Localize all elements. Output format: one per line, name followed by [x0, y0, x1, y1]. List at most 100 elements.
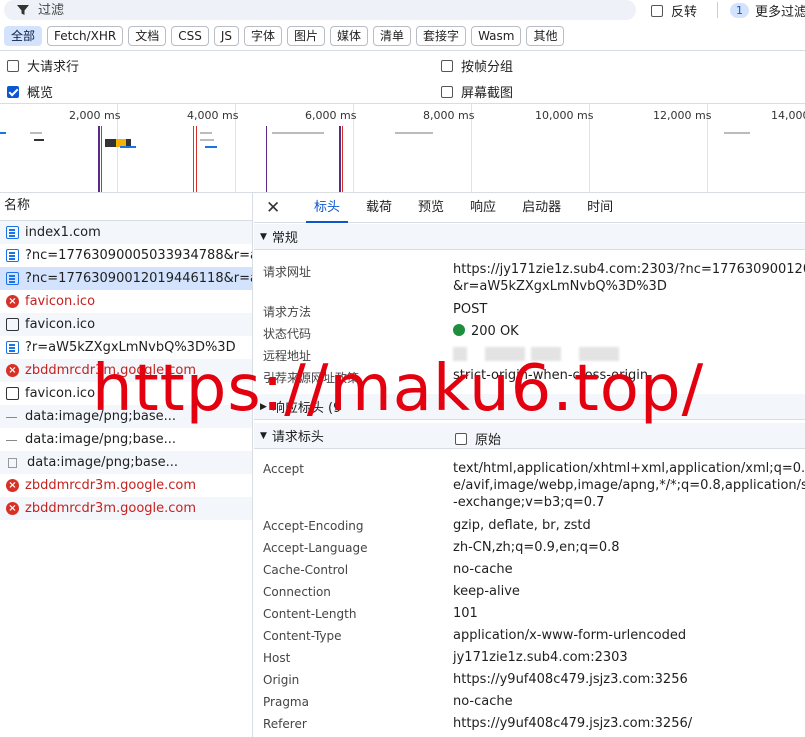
- chip-all[interactable]: 全部: [4, 26, 43, 46]
- large-rows-checkbox-box[interactable]: [7, 59, 19, 72]
- chip-wasm[interactable]: Wasm: [471, 26, 522, 46]
- name-column-header[interactable]: 名称: [0, 193, 252, 221]
- large-rows-checkbox[interactable]: 大请求行: [7, 56, 79, 75]
- request-row[interactable]: ?nc=17763090005033934788&r=a...: [0, 244, 252, 267]
- raw-label: 原始: [475, 433, 502, 448]
- request-row[interactable]: × favicon.ico: [0, 290, 252, 313]
- screenshots-checkbox[interactable]: 屏幕截图: [441, 82, 513, 101]
- expand-triangle-icon: ▶: [260, 401, 267, 412]
- request-row[interactable]: × zbddmrcdr3m.google.com: [0, 497, 252, 520]
- request-row[interactable]: data:image/png;base...: [0, 451, 252, 474]
- tick-label: 2,000 ms: [69, 109, 121, 122]
- tab-response[interactable]: 响应: [470, 193, 496, 223]
- load-marker: [101, 126, 102, 192]
- chip-other[interactable]: 其他: [526, 26, 565, 46]
- raw-checkbox-box[interactable]: [455, 432, 467, 445]
- request-headers-section-header[interactable]: ▼ 请求标头 原始: [254, 423, 805, 449]
- error-icon: ×: [6, 295, 19, 308]
- load-marker: [342, 126, 343, 192]
- tab-payload[interactable]: 载荷: [366, 193, 392, 223]
- group-by-frame-checkbox-box[interactable]: [441, 59, 453, 72]
- tab-headers[interactable]: 标头: [305, 193, 349, 223]
- request-row[interactable]: favicon.ico: [0, 382, 252, 405]
- header-value-accept-cont: e/avif,image/webp,image/apng,*/*;q=0.8,a…: [453, 478, 805, 493]
- screenshots-checkbox-box[interactable]: [441, 85, 453, 98]
- request-row-selected[interactable]: ?nc=17763090012019446118&r=a...: [0, 267, 252, 290]
- tab-initiator[interactable]: 启动器: [522, 193, 561, 223]
- request-row[interactable]: × zbddmrcdr3m.google.com: [0, 359, 252, 382]
- invert-label: 反转: [671, 5, 698, 20]
- request-name: ?nc=17763090012019446118&r=a...: [25, 271, 252, 286]
- chip-js[interactable]: JS: [213, 26, 239, 46]
- network-overview[interactable]: 2,000 ms 4,000 ms 6,000 ms 8,000 ms 10,0…: [0, 104, 805, 192]
- chip-fetch-xhr[interactable]: Fetch/XHR: [47, 26, 124, 46]
- request-row[interactable]: favicon.ico: [0, 313, 252, 336]
- document-icon: [6, 226, 19, 239]
- request-name: data:image/png;base...: [27, 455, 179, 470]
- request-name: zbddmrcdr3m.google.com: [25, 478, 197, 493]
- request-url-label: 请求网址: [263, 265, 312, 279]
- request-name: zbddmrcdr3m.google.com: [25, 363, 197, 378]
- request-headers-title: 请求标头: [271, 430, 324, 445]
- request-row[interactable]: data:image/png;base...: [0, 405, 252, 428]
- more-filters-button[interactable]: 1 更多过滤: [730, 1, 805, 20]
- header-value: application/x-www-form-urlencoded: [453, 628, 687, 643]
- request-name: favicon.ico: [25, 317, 96, 332]
- referrer-policy-value: strict-origin-when-cross-origin: [453, 368, 649, 383]
- tick-label: 10,000 ms: [535, 109, 594, 122]
- chip-manifest[interactable]: 清单: [373, 26, 412, 46]
- chip-media[interactable]: 媒体: [330, 26, 369, 46]
- chip-font[interactable]: 字体: [243, 26, 282, 46]
- invert-checkbox[interactable]: 反转: [651, 1, 697, 20]
- request-bar: [272, 132, 324, 134]
- collapse-triangle-icon: ▼: [260, 231, 267, 242]
- image-icon: [8, 457, 17, 468]
- request-name: favicon.ico: [25, 294, 96, 309]
- error-icon: ×: [6, 479, 19, 492]
- referrer-policy-label: 引荐来源网址政策: [263, 371, 360, 385]
- filter-input[interactable]: [38, 2, 598, 18]
- dom-content-loaded-marker: [266, 126, 267, 192]
- remote-address-value-redacted: [453, 345, 619, 362]
- filter-bar: 反转 1 更多过滤: [0, 0, 805, 22]
- filter-input-wrapper[interactable]: [4, 0, 636, 20]
- tab-timing[interactable]: 时间: [587, 193, 613, 223]
- screenshots-label: 屏幕截图: [461, 86, 514, 101]
- tick-label: 14,000: [771, 109, 805, 122]
- request-bar: [34, 139, 44, 141]
- details-tabbar: ✕ 标头 载荷 预览 响应 启动器 时间: [254, 193, 805, 223]
- request-method-value: POST: [453, 302, 488, 317]
- general-title: 常规: [271, 231, 298, 246]
- request-method-label: 请求方法: [263, 305, 312, 319]
- overview-checkbox-box[interactable]: [7, 85, 19, 98]
- header-key: Accept-Language: [263, 541, 368, 555]
- response-headers-section-header[interactable]: ▶ 响应标头 (9: [254, 394, 805, 420]
- chip-socket[interactable]: 套接字: [416, 26, 467, 46]
- request-row[interactable]: ?r=aW5kZXgxLmNvbQ%3D%3D: [0, 336, 252, 359]
- invert-checkbox-box[interactable]: [651, 4, 663, 17]
- general-section-header[interactable]: ▼ 常规: [254, 224, 805, 250]
- request-row[interactable]: data:image/png;base...: [0, 428, 252, 451]
- header-key-accept: Accept: [263, 462, 304, 476]
- request-name: favicon.ico: [25, 386, 96, 401]
- load-marker: [196, 126, 197, 192]
- header-value: zh-CN,zh;q=0.9,en;q=0.8: [453, 540, 620, 555]
- chip-img[interactable]: 图片: [287, 26, 326, 46]
- request-row[interactable]: index1.com: [0, 221, 252, 244]
- chip-css[interactable]: CSS: [171, 26, 209, 46]
- request-name: ?r=aW5kZXgxLmNvbQ%3D%3D: [25, 340, 236, 355]
- raw-headers-checkbox[interactable]: 原始: [455, 429, 501, 448]
- tab-preview[interactable]: 预览: [418, 193, 444, 223]
- group-by-frame-checkbox[interactable]: 按帧分组: [441, 56, 513, 75]
- request-url-value: https://jy171zie1z.sub4.com:2303/?nc=177…: [453, 262, 805, 277]
- request-bar: [200, 139, 214, 141]
- request-name: data:image/png;base...: [25, 409, 177, 424]
- chip-doc[interactable]: 文档: [128, 26, 167, 46]
- overview-checkbox[interactable]: 概览: [7, 82, 53, 101]
- request-name: index1.com: [25, 225, 101, 240]
- close-icon[interactable]: ✕: [266, 198, 288, 218]
- resource-type-filters: 全部 Fetch/XHR 文档 CSS JS 字体 图片 媒体 清单 套接字 W…: [4, 26, 565, 46]
- header-value: https://y9uf408c479.jsjz3.com:3256/: [453, 716, 693, 731]
- request-row[interactable]: × zbddmrcdr3m.google.com: [0, 474, 252, 497]
- dom-content-loaded-marker: [98, 126, 100, 192]
